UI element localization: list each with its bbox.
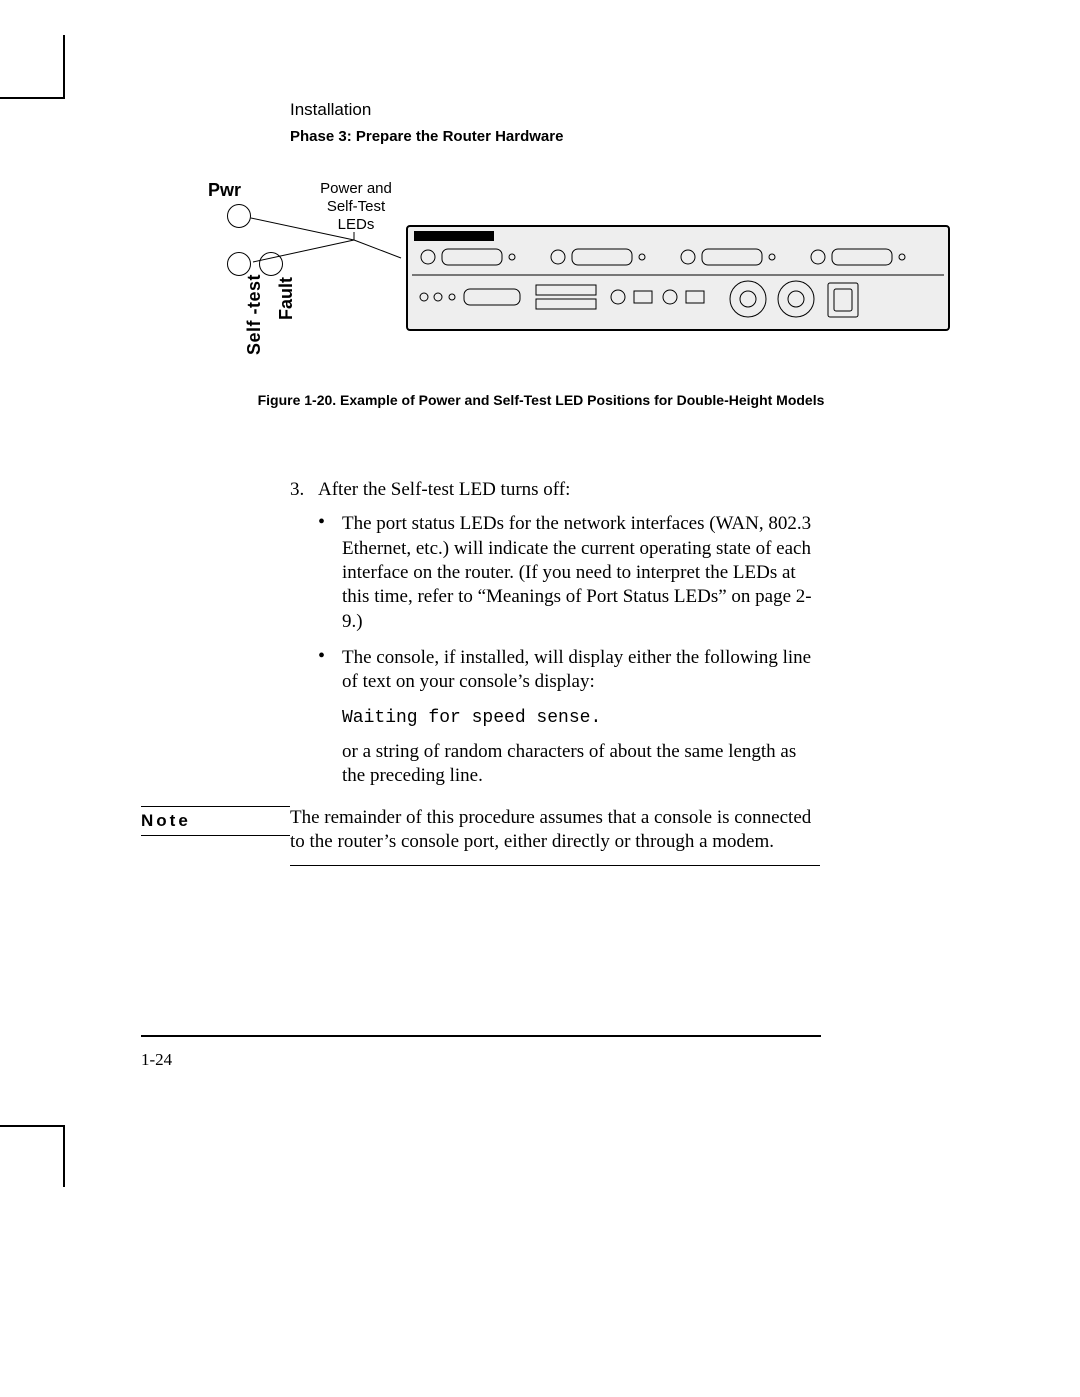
- fault-label: Fault: [276, 277, 297, 320]
- router-diagram: [406, 225, 950, 331]
- bullet-1: The port status LEDs for the network int…: [342, 512, 820, 634]
- step-number: 3.: [290, 478, 318, 502]
- note-label: Note: [141, 806, 290, 831]
- selftest-label: Self -test: [244, 274, 265, 355]
- pwr-label: Pwr: [208, 180, 241, 201]
- bullet-2: The console, if installed, will display …: [342, 646, 820, 695]
- header-section: Installation: [290, 100, 941, 120]
- bullet-icon: •: [318, 512, 342, 634]
- bullet-icon: •: [318, 646, 342, 695]
- note-block: Note The remainder of this procedure ass…: [141, 806, 941, 866]
- header-phase: Phase 3: Prepare the Router Hardware: [290, 128, 941, 145]
- figure-caption: Figure 1-20. Example of Power and Self-T…: [141, 392, 941, 408]
- footer-rule: [141, 1035, 821, 1037]
- figure: Pwr Power and Self-Test LEDs Self -test …: [141, 180, 941, 380]
- note-text: The remainder of this procedure assumes …: [290, 806, 820, 866]
- callout-leader-icon: [241, 210, 411, 280]
- page-number: 1-24: [141, 1050, 172, 1070]
- page-content: Installation Phase 3: Prepare the Router…: [141, 100, 941, 866]
- console-output: Waiting for speed sense.: [342, 707, 820, 730]
- after-mono: or a string of random characters of abou…: [342, 740, 820, 789]
- step-text: After the Self-test LED turns off:: [318, 478, 570, 502]
- body-text: 3. After the Self-test LED turns off: • …: [290, 478, 820, 788]
